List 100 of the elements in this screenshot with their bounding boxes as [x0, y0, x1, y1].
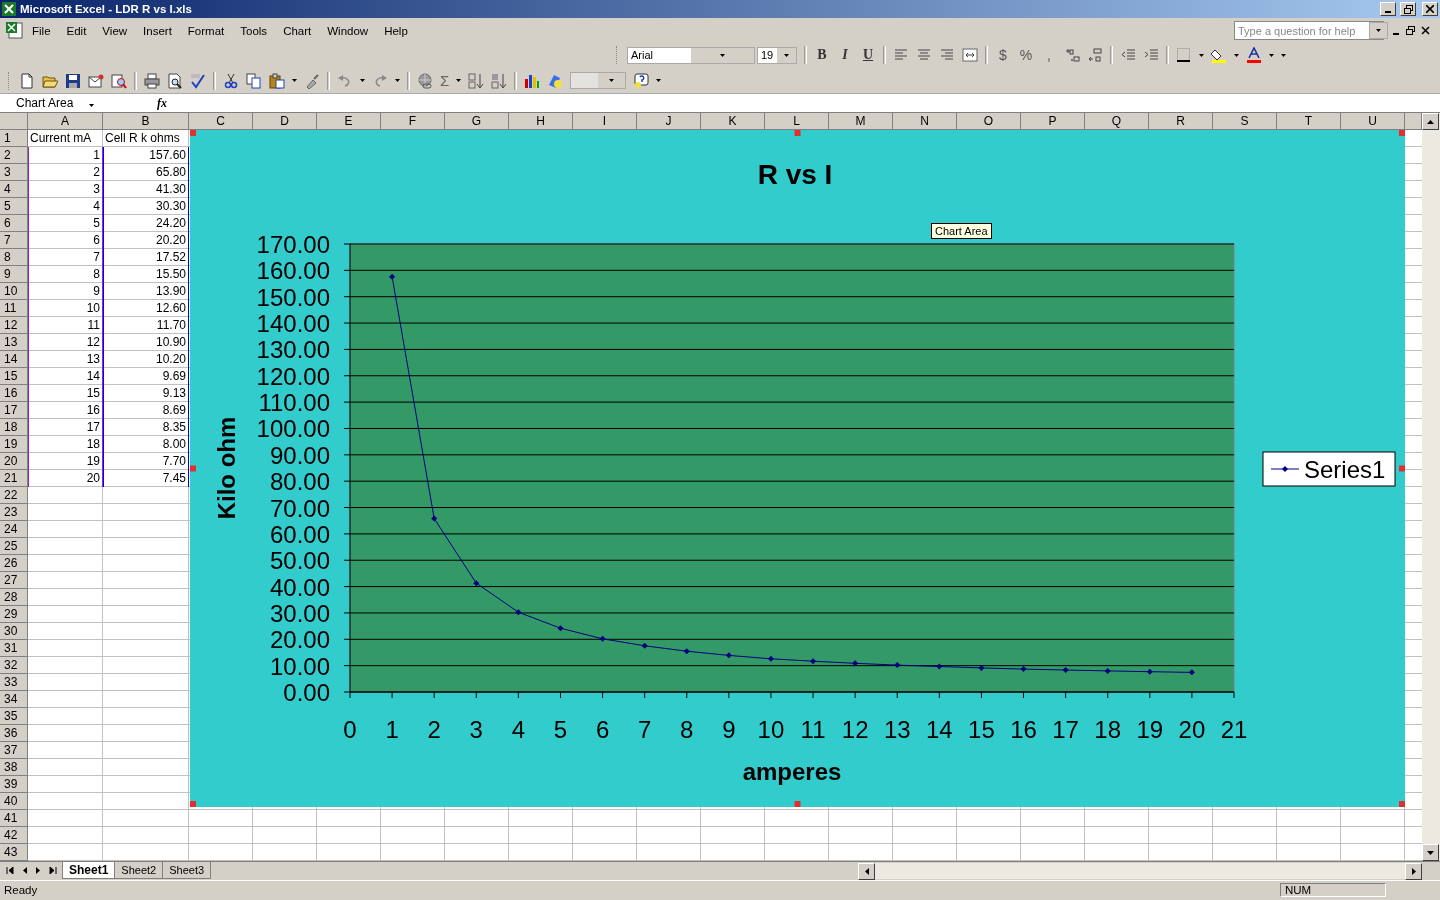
row-header[interactable]: 21: [0, 470, 28, 488]
row-header[interactable]: 2: [0, 147, 28, 165]
scroll-down-button[interactable]: [1422, 844, 1439, 862]
row-header[interactable]: 20: [0, 453, 28, 471]
row-header[interactable]: 1: [0, 130, 28, 148]
column-header[interactable]: O: [957, 113, 1021, 131]
resize-handle[interactable]: [190, 801, 196, 808]
copy-icon[interactable]: [246, 72, 262, 89]
next-sheet-icon[interactable]: [36, 867, 40, 875]
row-header[interactable]: 30: [0, 623, 28, 641]
dropdown-arrow-icon[interactable]: [720, 53, 725, 57]
row-header[interactable]: 8: [0, 249, 28, 267]
menu-item[interactable]: Tools: [233, 22, 275, 39]
dropdown-arrow-icon[interactable]: [89, 104, 95, 108]
name-box[interactable]: Chart Area: [0, 94, 110, 113]
dropdown-arrow-icon[interactable]: [1269, 53, 1274, 57]
column-header[interactable]: C: [189, 113, 253, 131]
left-arrow-icon[interactable]: [864, 867, 869, 875]
save-icon[interactable]: [65, 72, 81, 89]
column-header[interactable]: [1405, 113, 1422, 131]
decrease-decimal-icon[interactable]: [1087, 47, 1103, 64]
dropdown-arrow-icon[interactable]: [395, 79, 400, 82]
scroll-right-button[interactable]: [1405, 862, 1422, 880]
scroll-left-button[interactable]: [858, 862, 875, 880]
first-sheet-icon[interactable]: [6, 867, 14, 875]
new-document-icon[interactable]: [19, 72, 35, 89]
resize-handle[interactable]: [1399, 465, 1405, 472]
column-header[interactable]: L: [765, 113, 829, 131]
row-header[interactable]: 37: [0, 742, 28, 760]
row-header[interactable]: 6: [0, 215, 28, 233]
menu-item[interactable]: Help: [377, 22, 415, 39]
row-header[interactable]: 23: [0, 504, 28, 522]
row-header[interactable]: 13: [0, 334, 28, 352]
dropdown-arrow-icon[interactable]: [656, 79, 662, 82]
previous-sheet-icon[interactable]: [23, 867, 27, 875]
dropdown-arrow-icon[interactable]: [360, 79, 365, 82]
borders-icon[interactable]: [1176, 47, 1192, 64]
row-header[interactable]: 18: [0, 419, 28, 437]
sort-descending-icon[interactable]: [491, 72, 508, 89]
dropdown-arrow-icon[interactable]: [1281, 53, 1286, 57]
row-header[interactable]: 36: [0, 725, 28, 743]
menu-item[interactable]: Chart: [276, 22, 319, 39]
column-header[interactable]: P: [1021, 113, 1085, 131]
number-format-button[interactable]: $: [995, 47, 1011, 64]
autosum-button[interactable]: Σ: [440, 72, 450, 89]
row-header[interactable]: 4: [0, 181, 28, 199]
last-sheet-icon[interactable]: [49, 867, 57, 875]
row-header[interactable]: 22: [0, 487, 28, 505]
row-header[interactable]: 12: [0, 317, 28, 335]
resize-handle[interactable]: [794, 130, 801, 137]
select-all-button[interactable]: [0, 113, 28, 131]
dropdown-arrow-icon[interactable]: [1376, 29, 1381, 33]
row-header[interactable]: 3: [0, 164, 28, 182]
dropdown-arrow-icon[interactable]: [1199, 53, 1204, 57]
paste-icon[interactable]: [269, 72, 285, 89]
merge-center-icon[interactable]: [962, 47, 978, 64]
sheet-tab[interactable]: Sheet3: [162, 862, 212, 880]
legend[interactable]: [1262, 451, 1396, 487]
restore-icon[interactable]: [1406, 26, 1415, 36]
row-header[interactable]: 10: [0, 283, 28, 301]
resize-handle[interactable]: [1399, 801, 1405, 808]
down-arrow-icon[interactable]: [1427, 850, 1434, 855]
menu-item[interactable]: Edit: [59, 22, 94, 39]
format-painter-icon[interactable]: [304, 72, 320, 89]
column-header[interactable]: G: [445, 113, 509, 131]
dropdown-arrow-icon[interactable]: [456, 79, 462, 82]
row-header[interactable]: 5: [0, 198, 28, 216]
dropdown-arrow-icon[interactable]: [292, 79, 297, 82]
dropdown-arrow-icon[interactable]: [609, 79, 615, 82]
row-header[interactable]: 28: [0, 589, 28, 607]
row-header[interactable]: 40: [0, 793, 28, 811]
row-header[interactable]: 42: [0, 827, 28, 845]
row-header[interactable]: 27: [0, 572, 28, 590]
row-header[interactable]: 24: [0, 521, 28, 539]
row-header[interactable]: 35: [0, 708, 28, 726]
column-header[interactable]: A: [28, 113, 103, 131]
column-header[interactable]: K: [701, 113, 765, 131]
help-icon[interactable]: [633, 72, 650, 89]
workbook-icon[interactable]: [6, 22, 23, 40]
format-button[interactable]: B: [814, 47, 830, 64]
permission-icon[interactable]: [88, 72, 104, 89]
column-header[interactable]: F: [381, 113, 445, 131]
increase-decimal-icon[interactable]: [1064, 47, 1080, 64]
scissors-icon[interactable]: [223, 72, 239, 89]
format-button[interactable]: I: [837, 47, 853, 64]
row-header[interactable]: 38: [0, 759, 28, 777]
close-icon[interactable]: [1426, 5, 1434, 14]
number-format-button[interactable]: ,: [1041, 47, 1057, 64]
insert-function-button[interactable]: fx: [154, 95, 170, 111]
column-header[interactable]: I: [573, 113, 637, 131]
font-size-dropdown[interactable]: 19: [757, 46, 797, 64]
dropdown-arrow-icon[interactable]: [784, 53, 789, 57]
row-header[interactable]: 15: [0, 368, 28, 386]
row-header[interactable]: 19: [0, 436, 28, 454]
column-header[interactable]: U: [1341, 113, 1405, 131]
column-header[interactable]: R: [1149, 113, 1213, 131]
row-header[interactable]: 16: [0, 385, 28, 403]
resize-handle[interactable]: [190, 130, 196, 137]
font-dropdown[interactable]: Arial: [627, 46, 755, 64]
column-header[interactable]: D: [253, 113, 317, 131]
